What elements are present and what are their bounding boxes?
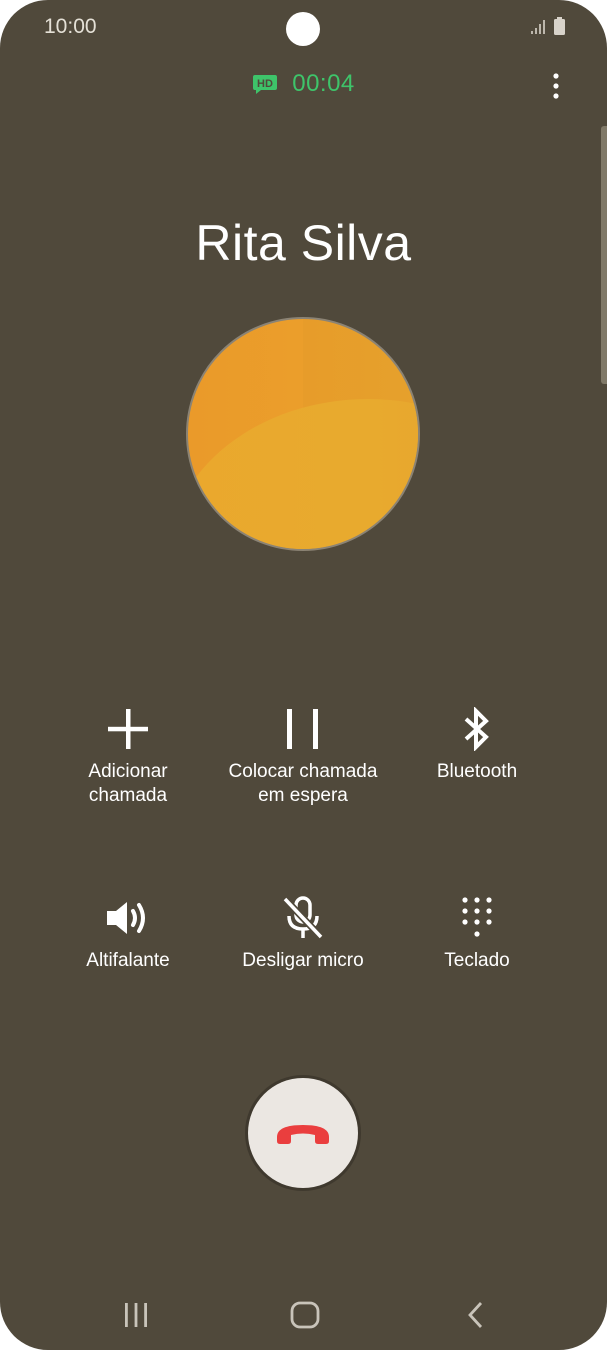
bluetooth-button[interactable]: Bluetooth	[377, 706, 577, 784]
phone-hangup-icon	[277, 1125, 329, 1144]
front-camera	[286, 12, 320, 46]
more-options-icon[interactable]	[549, 72, 563, 102]
battery-icon	[554, 17, 565, 35]
caller-name: Rita Silva	[195, 215, 412, 271]
speaker-icon	[107, 902, 145, 934]
pause-icon	[287, 709, 318, 749]
call-timer: 00:04	[292, 70, 355, 97]
status-time: 10:00	[44, 15, 97, 38]
keypad-button[interactable]: Teclado	[377, 895, 577, 973]
mute-button[interactable]: Desligar micro	[203, 895, 403, 973]
keypad-label: Teclado	[444, 950, 510, 971]
recent-apps-button[interactable]	[106, 1290, 166, 1340]
bluetooth-label: Bluetooth	[436, 761, 518, 782]
back-button[interactable]	[446, 1290, 506, 1340]
speaker-label: Altifalante	[86, 950, 170, 971]
hold-call-button[interactable]: Colocar chamada em espera	[203, 706, 403, 808]
add-call-label: Adicionar chamada	[88, 761, 168, 806]
plus-icon	[108, 709, 148, 749]
home-button[interactable]	[275, 1290, 335, 1340]
bluetooth-icon	[464, 707, 489, 751]
in-call-screen: 10:00 HD 00:04 Rita Silva Adicionar cham…	[0, 0, 607, 1350]
call-info-row: HD 00:04	[0, 70, 607, 98]
signal-icon	[531, 20, 545, 34]
back-icon	[468, 1302, 483, 1328]
mute-label: Desligar micro	[242, 950, 364, 971]
hd-voice-icon: HD	[253, 75, 278, 94]
speaker-button[interactable]: Altifalante	[28, 895, 228, 973]
mic-off-icon	[282, 896, 324, 940]
recent-apps-icon	[125, 1303, 147, 1327]
home-icon	[290, 1301, 320, 1329]
navigation-bar	[0, 1290, 607, 1340]
keypad-icon	[462, 897, 492, 937]
caller-avatar	[186, 317, 420, 551]
end-call-button[interactable]	[248, 1078, 358, 1188]
svg-text:HD: HD	[257, 78, 273, 90]
status-icons	[530, 17, 565, 35]
add-call-button[interactable]: Adicionar chamada	[28, 706, 228, 808]
hold-call-label: Colocar chamada em espera	[228, 761, 378, 806]
